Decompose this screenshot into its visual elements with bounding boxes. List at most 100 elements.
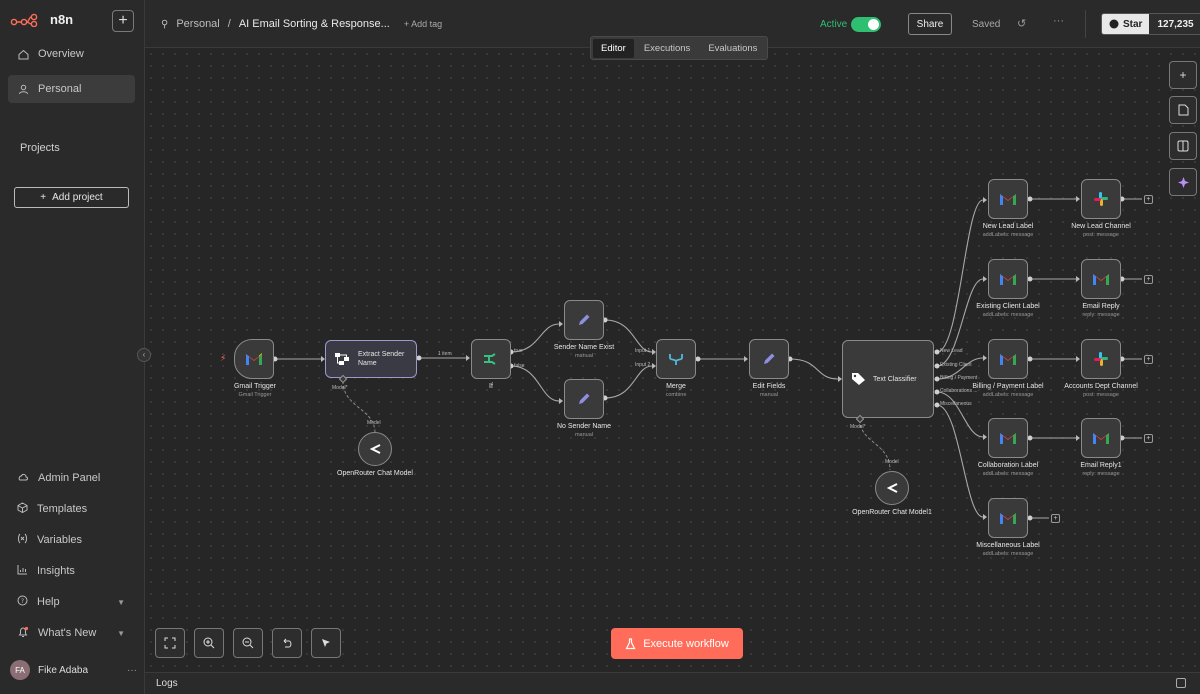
node-new-lead-channel[interactable] [1081,179,1121,219]
ai-sparkle-icon[interactable] [1169,168,1197,196]
node-label: New Lead Channel [1071,223,1131,230]
add-node-plus[interactable]: + [1144,355,1153,364]
box-icon [17,502,28,516]
sidebar-item-label: Admin Panel [38,472,101,484]
add-node-plus[interactable]: + [1144,195,1153,204]
node-sub: Gmail Trigger [238,392,272,398]
add-tag-button[interactable]: + Add tag [404,19,442,29]
node-edit-fields[interactable] [749,339,789,379]
github-star-button[interactable]: Star 127,235 [1101,13,1200,35]
view-tabs: Editor Executions Evaluations [590,36,769,60]
chevron-down-icon: ▼ [117,597,125,607]
node-openrouter-model[interactable] [358,432,392,466]
fit-view-icon[interactable] [155,628,185,658]
classifier-output-label: Billing / Payment [940,375,978,381]
tab-editor[interactable]: Editor [593,38,634,58]
node-sender-name-exist[interactable] [564,300,604,340]
node-existing-client-label[interactable] [988,259,1028,299]
github-icon-wrap: Star [1102,14,1150,34]
node-collaboration-label[interactable] [988,418,1028,458]
sidebar-item-templates[interactable]: Templates [8,496,135,522]
node-label: Gmail Trigger [233,383,276,390]
node-email-reply1[interactable] [1081,418,1121,458]
user-menu[interactable]: FA Fike Adaba ··· [10,660,137,680]
pencil-icon [764,353,775,364]
node-email-reply[interactable] [1081,259,1121,299]
node-text-classifier[interactable]: Text Classifier [842,340,934,418]
node-label: OpenRouter Chat Model [337,470,413,477]
if-false-label: false [514,363,525,369]
plus-icon: + [40,192,47,203]
active-label: Active [820,19,848,30]
node-label: Sender Name Exist [553,344,615,351]
gmail-icon [1000,433,1016,444]
node-label: Email Reply [1082,303,1120,310]
node-gmail-trigger[interactable] [234,339,274,379]
gmail-icon [1093,274,1109,285]
flask-icon [625,637,636,649]
node-miscellaneous-label[interactable] [988,498,1028,538]
classifier-output-label: Miscellaneous [940,401,972,407]
add-node-plus[interactable]: + [1144,434,1153,443]
execute-workflow-button[interactable]: Execute workflow [611,628,743,659]
sidebar-item-help[interactable]: ? Help ▼ [8,589,135,615]
node-openrouter-model1[interactable] [875,471,909,505]
node-new-lead-label[interactable] [988,179,1028,219]
collapse-sidebar-button[interactable]: ‹ [137,348,151,362]
sidebar-item-admin-panel[interactable]: Admin Panel [8,465,135,491]
add-node-button[interactable]: + [1169,61,1197,89]
node-extract-sender[interactable]: Extract Sender Name [325,340,417,378]
node-label: If [489,383,493,390]
chart-icon [17,564,28,578]
gmail-icon [1000,194,1016,205]
node-sub: manual [574,353,594,359]
share-button[interactable]: Share [908,13,952,35]
node-accounts-dept-channel[interactable] [1081,339,1121,379]
code-tree-icon [335,353,349,365]
execute-label: Execute workflow [643,637,729,650]
bell-icon [17,626,29,641]
breadcrumb-project[interactable]: Personal [176,18,219,30]
star-count: 127,235 [1149,14,1200,34]
sidebar-item-whats-new[interactable]: What's New ▼ [8,620,135,646]
edge-label-items: 1 item [438,351,452,357]
node-merge[interactable] [656,339,696,379]
sidebar-item-variables[interactable]: Variables [8,527,135,553]
sticky-note-icon[interactable] [1169,96,1197,124]
undo-icon[interactable] [272,628,302,658]
sidebar-item-label: Help [37,596,60,608]
node-if[interactable] [471,339,511,379]
add-node-plus[interactable]: + [1144,275,1153,284]
expand-icon[interactable] [1176,678,1186,688]
node-sub: manual [759,392,779,398]
logs-panel[interactable]: Logs [145,672,1200,694]
user-icon: ⚲ [161,18,169,30]
edge-label-model: Model* [332,385,348,391]
node-sub: reply: message [1082,471,1120,477]
star-label: Star [1123,18,1143,30]
create-button[interactable]: + [112,10,134,32]
node-no-sender-name[interactable] [564,379,604,419]
more-icon[interactable]: ··· [127,665,137,676]
app-name: n8n [50,12,74,27]
zoom-in-icon[interactable] [194,628,224,658]
n8n-logo[interactable]: n8n [10,12,73,27]
add-node-plus[interactable]: + [1051,514,1060,523]
sidebar-item-overview[interactable]: Overview [8,40,135,68]
gmail-icon [1000,513,1016,524]
more-icon[interactable]: ··· [1053,15,1064,27]
history-icon[interactable]: ↺ [1017,17,1026,30]
add-project-button[interactable]: + Add project [14,187,129,208]
zoom-out-icon[interactable] [233,628,263,658]
sidebar-item-label: Overview [38,48,84,60]
tab-evaluations[interactable]: Evaluations [700,39,765,58]
workflow-canvas[interactable]: ⚡ Gmail Trigger Gmail Trigger Extract Se… [145,48,1200,672]
workflow-name[interactable]: AI Email Sorting & Response... [239,18,390,30]
tab-executions[interactable]: Executions [636,39,698,58]
cursor-icon[interactable] [311,628,341,658]
node-billing-label[interactable] [988,339,1028,379]
panel-toggle-icon[interactable] [1169,132,1197,160]
sidebar-item-personal[interactable]: Personal [8,75,135,103]
sidebar-item-insights[interactable]: Insights [8,558,135,584]
active-toggle[interactable] [851,17,881,32]
